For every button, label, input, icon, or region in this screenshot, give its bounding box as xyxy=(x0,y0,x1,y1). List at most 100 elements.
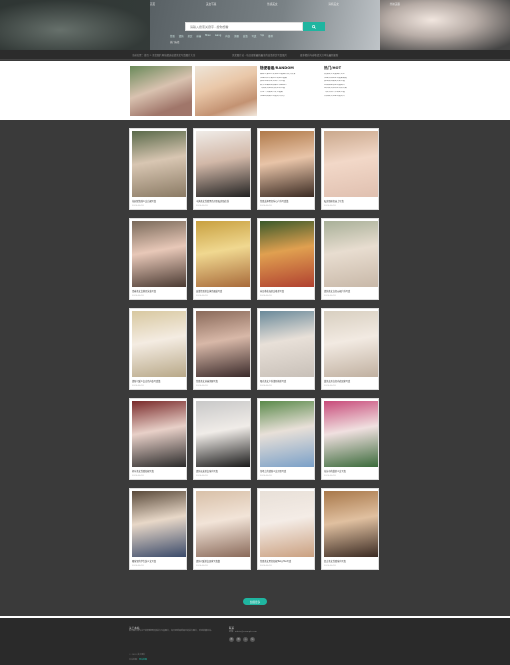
photo-caption[interactable]: 清纯长发美女室内写真 xyxy=(196,469,250,473)
social-icon[interactable]: 信 xyxy=(250,637,255,642)
photo-caption[interactable]: 性感美女丝袜美腿写真 xyxy=(196,379,250,383)
photo-card[interactable]: 丰满美女性感黑色吊带私房照在线 2020-06-18 xyxy=(193,128,251,210)
photo-thumbnail[interactable] xyxy=(324,131,378,197)
featured-image[interactable] xyxy=(195,66,257,116)
photo-caption[interactable]: 清新可爱少女白色内衣写真集 xyxy=(132,379,186,383)
photo-thumbnail[interactable] xyxy=(260,401,314,467)
search-button[interactable] xyxy=(303,22,325,31)
photo-caption[interactable]: 向日葵花海美女唯美写真 xyxy=(260,289,314,293)
hot-tag[interactable]: 内衣 xyxy=(225,34,230,39)
social-icon[interactable]: 博 xyxy=(236,637,241,642)
random-list: 随便看看/RANDOM 湘妹子清纯可爱私房写真图片欣赏高清 性感尤物丰满身材诱惑… xyxy=(260,66,322,98)
photo-thumbnail[interactable] xyxy=(132,221,186,287)
random-title: 随便看看/RANDOM xyxy=(260,66,294,70)
photo-caption[interactable]: 性感女神黑色背心户外写真集 xyxy=(260,199,314,203)
social-icon[interactable]: Q xyxy=(243,637,248,642)
photo-thumbnail[interactable] xyxy=(132,131,186,197)
copyright: © 2020 美女图片 xyxy=(129,654,146,656)
list-item[interactable]: 性感内衣模特写真大片欣赏 xyxy=(260,95,322,99)
hot-tag[interactable]: 高清 xyxy=(243,34,248,39)
photo-thumbnail[interactable] xyxy=(324,401,378,467)
photo-thumbnail[interactable] xyxy=(132,311,186,377)
photo-caption[interactable]: 复古美女性感室内写真 xyxy=(324,559,378,563)
photo-grid: 花园里清纯少女白裙写真 2020-06-18 丰满美女性感黑色吊带私房照在线 2020… xyxy=(129,128,381,570)
photo-caption[interactable]: 高清性感美女黄色服装写真 xyxy=(196,289,250,293)
nav-item-stockings[interactable]: 丝袜美腿 xyxy=(390,2,400,8)
photo-thumbnail[interactable] xyxy=(196,221,250,287)
photo-caption[interactable]: 私房照粉色床上写真 xyxy=(324,199,378,203)
photo-thumbnail[interactable] xyxy=(132,401,186,467)
photo-card[interactable]: 清纯长发美女室内写真 2020-06-18 xyxy=(193,398,251,480)
search-icon xyxy=(312,24,316,29)
photo-thumbnail[interactable] xyxy=(260,491,314,557)
photo-card[interactable]: 复古美女性感室内写真 2020-06-18 xyxy=(321,488,379,570)
featured-image[interactable] xyxy=(130,66,192,116)
photo-card[interactable]: 甜美女孩白色内衣居家写真 2020-06-18 xyxy=(321,308,379,390)
hot-tag[interactable]: 写真 xyxy=(252,34,257,39)
hot-tag[interactable]: 美腿 xyxy=(234,34,239,39)
photo-meta: 2020-06-18 xyxy=(132,385,144,387)
photo-card[interactable]: 清纯可爱美女居家写真集 2020-06-18 xyxy=(193,488,251,570)
hot-tag[interactable]: 推荐 xyxy=(268,34,273,39)
photo-caption[interactable]: 青春美女比基尼泳装写真 xyxy=(132,289,186,293)
photo-caption[interactable]: 性感美女黑色短裙Teng Tsu写真 xyxy=(260,559,314,563)
photo-card[interactable]: 清新可爱少女白色内衣写真集 2020-06-18 xyxy=(129,308,187,390)
notice-text: 美女图片站 - 每日更新最新最全的高清美女写真图片 xyxy=(232,54,287,57)
photo-card[interactable]: 机车美女性感短裙写真 2020-06-18 xyxy=(129,398,187,480)
social-icon[interactable]: 微 xyxy=(229,637,234,642)
photo-thumbnail[interactable] xyxy=(260,311,314,377)
photo-card[interactable]: 性感美女黑色短裙Teng Tsu写真 2020-06-18 xyxy=(257,488,315,570)
hot-tag[interactable]: wang xyxy=(215,34,221,39)
photo-thumbnail[interactable] xyxy=(196,401,250,467)
nav-item-photos[interactable]: 美女写真 xyxy=(206,2,216,8)
photo-thumbnail[interactable] xyxy=(324,221,378,287)
photo-card[interactable]: 教室里的学生装少女写真 2020-06-18 xyxy=(129,488,187,570)
photo-card[interactable]: 私房照粉色床上写真 2020-06-18 xyxy=(321,128,379,210)
photo-caption[interactable]: 清纯可爱美女居家写真集 xyxy=(196,559,250,563)
photo-card[interactable]: 花丛中的甜美少女写真 2020-06-18 xyxy=(321,398,379,480)
photo-thumbnail[interactable] xyxy=(324,311,378,377)
photo-thumbnail[interactable] xyxy=(324,491,378,557)
photo-card[interactable]: 青春美女比基尼泳装写真 2020-06-18 xyxy=(129,218,187,300)
photo-caption[interactable]: 机车美女性感短裙写真 xyxy=(132,469,186,473)
photo-thumbnail[interactable] xyxy=(132,491,186,557)
photo-card[interactable]: 阳光美女户外清新唯美写真 2020-06-18 xyxy=(257,308,315,390)
hot-tag[interactable]: Mian xyxy=(205,34,211,39)
photo-card[interactable]: 清纯美女白色纱裙户外写真 2020-06-18 xyxy=(321,218,379,300)
photo-caption[interactable]: 花丛中的甜美少女写真 xyxy=(324,469,378,473)
footer-about-text: 美女图片站专注于收集整理高清美女写真图片，每日更新最新最全的美女图片，欢迎收藏本… xyxy=(129,630,214,632)
photo-thumbnail[interactable] xyxy=(260,221,314,287)
photo-card[interactable]: 草地上的清纯少女吊带写真 2020-06-18 xyxy=(257,398,315,480)
photo-thumbnail[interactable] xyxy=(196,311,250,377)
hot-tag[interactable]: 性感 xyxy=(170,34,175,39)
photo-meta: 2020-06-18 xyxy=(260,295,272,297)
photo-card[interactable]: 向日葵花海美女唯美写真 2020-06-18 xyxy=(257,218,315,300)
load-more-button[interactable]: 加载更多 xyxy=(243,598,267,605)
hot-tag[interactable]: 美女 xyxy=(188,34,193,39)
photo-card[interactable]: 高清性感美女黄色服装写真 2020-06-18 xyxy=(193,218,251,300)
photo-meta: 2020-06-18 xyxy=(324,385,336,387)
photo-card[interactable]: 性感女神黑色背心户外写真集 2020-06-18 xyxy=(257,128,315,210)
photo-card[interactable]: 花园里清纯少女白裙写真 2020-06-18 xyxy=(129,128,187,210)
list-item[interactable]: 日韩美女性感写真大片 xyxy=(324,95,386,99)
nav-item-pure[interactable]: 清纯美女 xyxy=(328,2,338,8)
photo-thumbnail[interactable] xyxy=(196,491,250,557)
photo-thumbnail[interactable] xyxy=(260,131,314,197)
photo-caption[interactable]: 花园里清纯少女白裙写真 xyxy=(132,199,186,203)
nav-item-sexy[interactable]: 性感美女 xyxy=(267,2,277,8)
search-input[interactable] xyxy=(185,22,303,31)
photo-card[interactable]: 性感美女丝袜美腿写真 2020-06-18 xyxy=(193,308,251,390)
nav-item-home[interactable]: 首页 xyxy=(150,2,155,8)
photo-caption[interactable]: 清纯美女白色纱裙户外写真 xyxy=(324,289,378,293)
photo-caption[interactable]: 教室里的学生装少女写真 xyxy=(132,559,186,563)
hot-tag[interactable]: 丝袜 xyxy=(196,34,201,39)
sitemap-link[interactable]: 网站地图 xyxy=(139,659,147,661)
hot-tag[interactable]: Vip xyxy=(260,34,264,39)
hot-tag[interactable]: 清纯 xyxy=(179,34,184,39)
sitemap: 本站地图：网站地图 xyxy=(129,658,147,661)
photo-caption[interactable]: 阳光美女户外清新唯美写真 xyxy=(260,379,314,383)
photo-caption[interactable]: 草地上的清纯少女吊带写真 xyxy=(260,469,314,473)
photo-caption[interactable]: 丰满美女性感黑色吊带私房照在线 xyxy=(196,199,250,203)
photo-caption[interactable]: 甜美女孩白色内衣居家写真 xyxy=(324,379,378,383)
photo-thumbnail[interactable] xyxy=(196,131,250,197)
